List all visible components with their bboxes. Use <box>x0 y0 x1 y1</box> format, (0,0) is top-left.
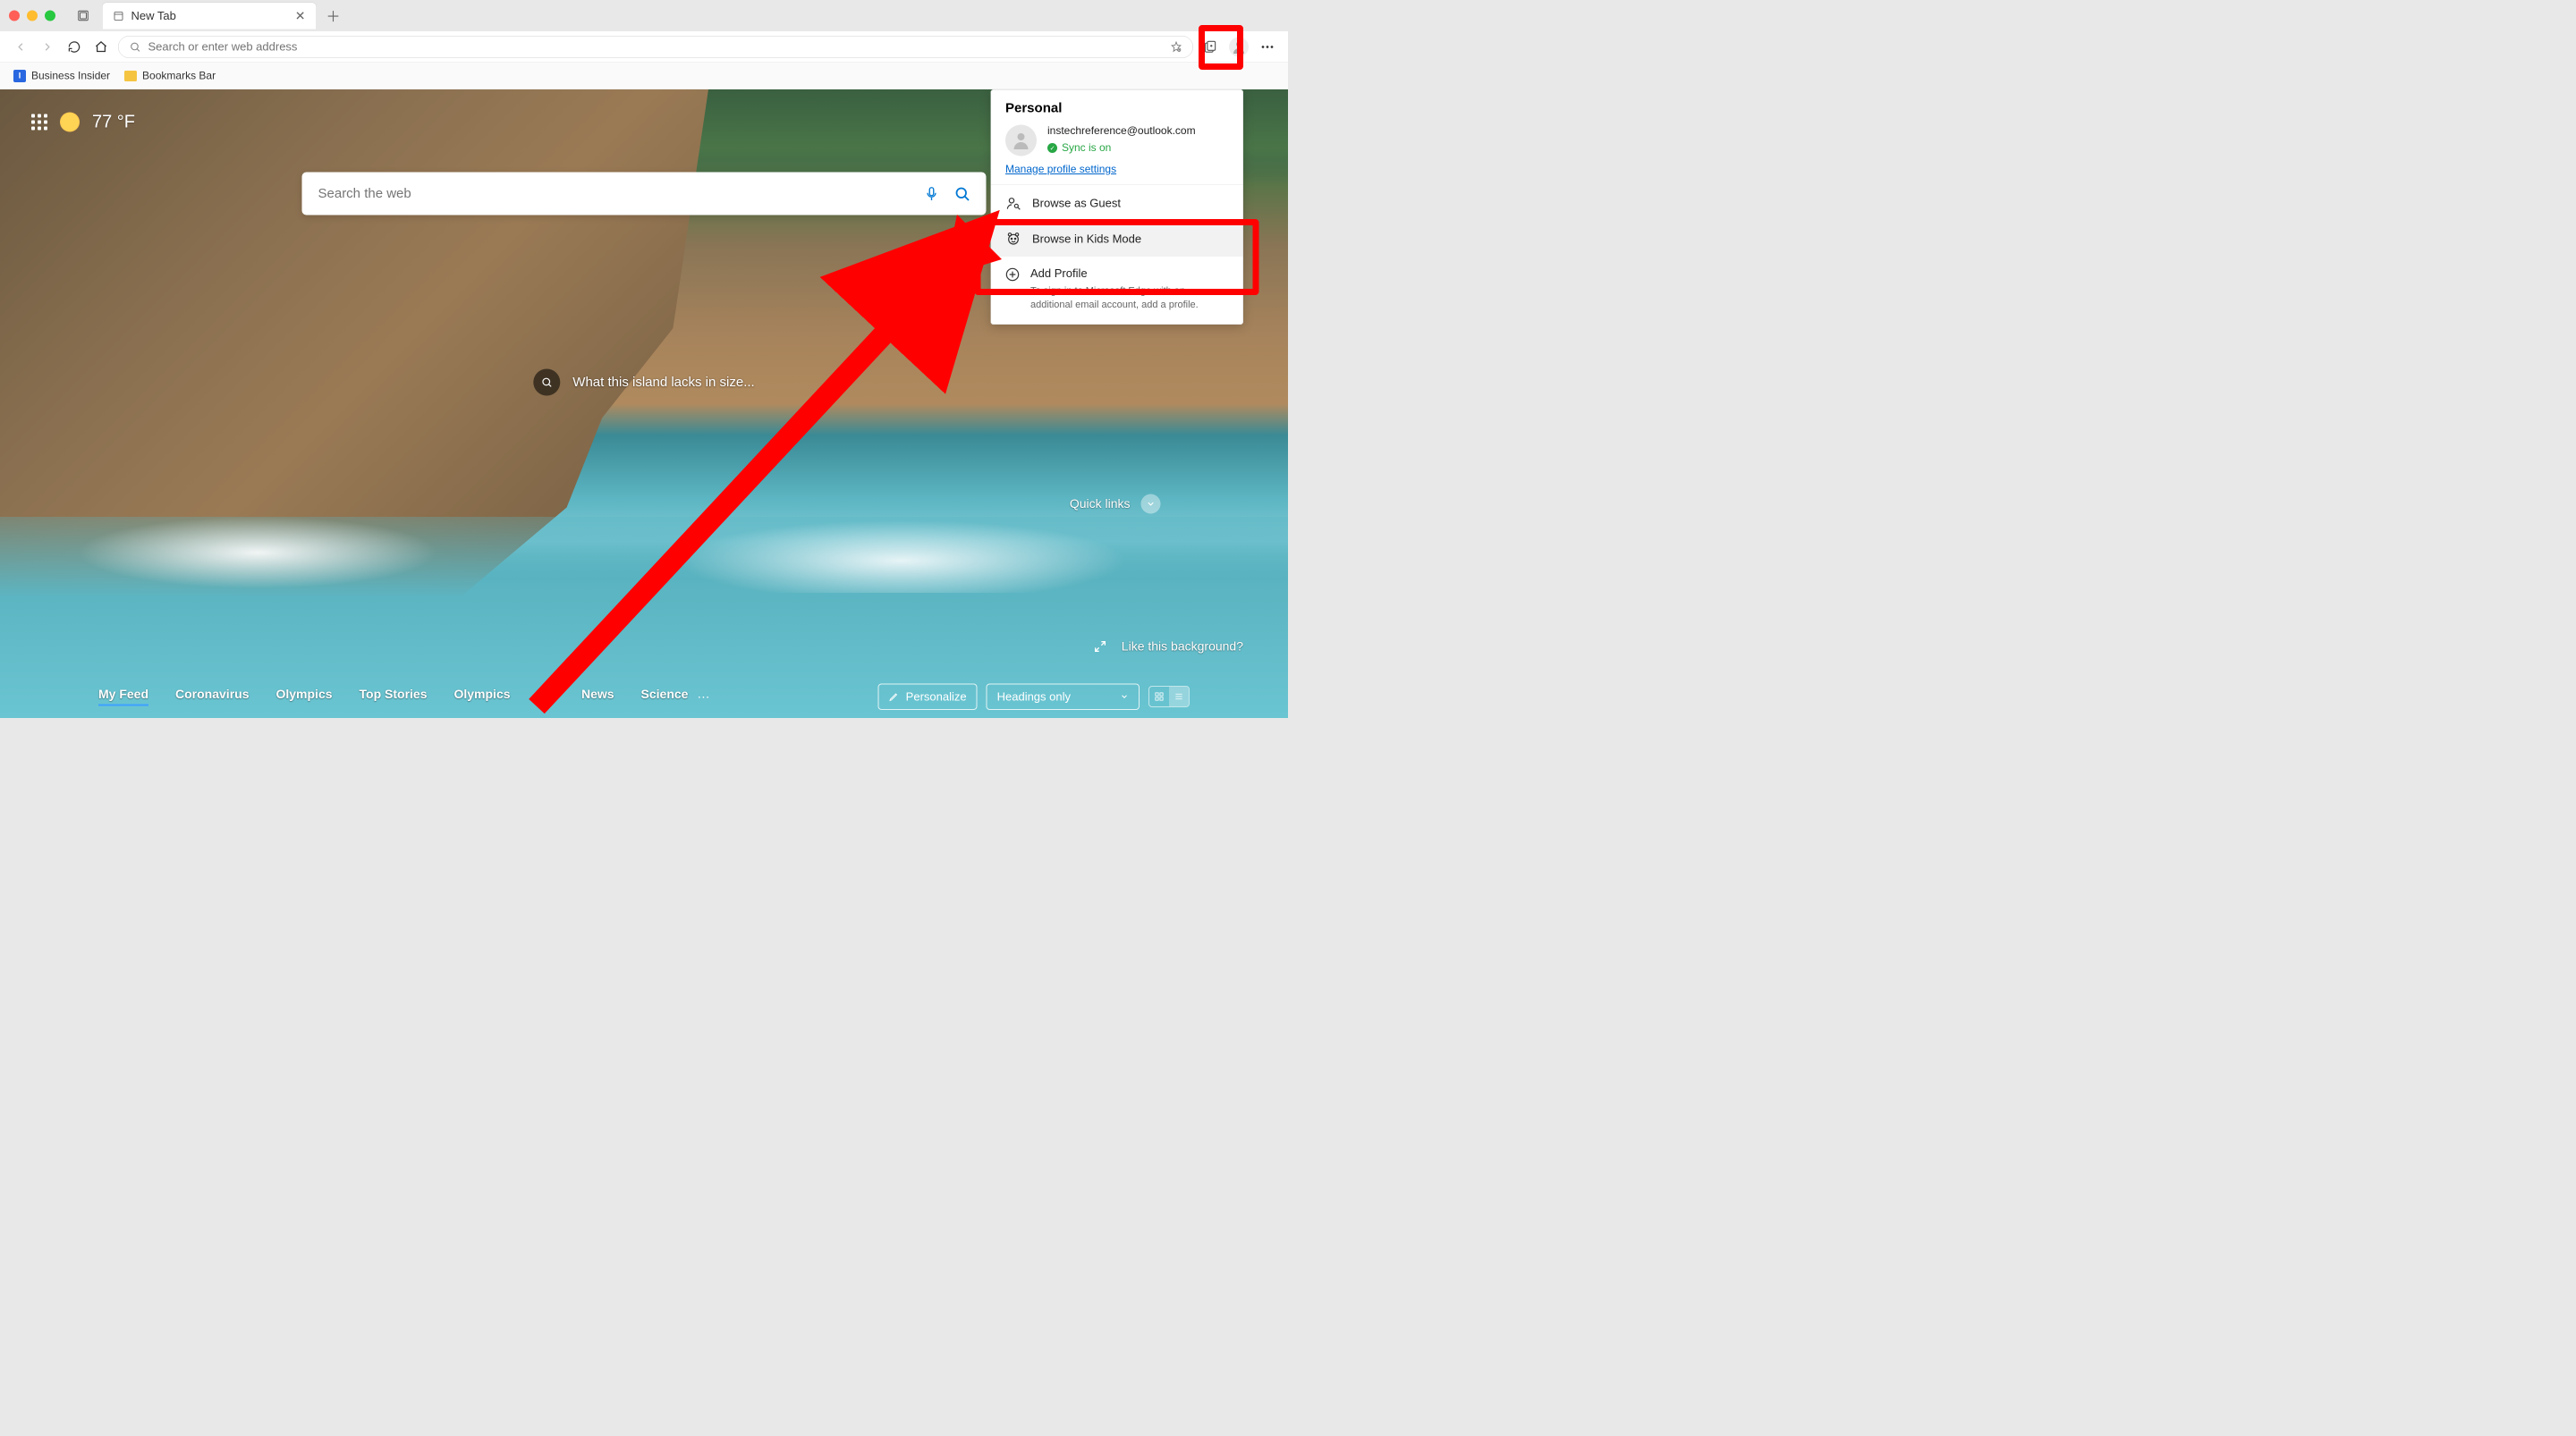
tab-close-icon[interactable]: ✕ <box>295 9 306 24</box>
image-caption[interactable]: What this island lacks in size... <box>533 369 754 396</box>
search-icon <box>130 41 141 53</box>
window-controls <box>9 11 55 21</box>
weather-widget[interactable]: 77 °F <box>31 112 135 132</box>
profile-popup: Personal instechreference@outlook.com ✓ … <box>991 89 1244 325</box>
feed-tab-us[interactable]: US <box>538 688 555 706</box>
browse-kids-mode-item[interactable]: Browse in Kids Mode <box>991 221 1243 257</box>
bookmark-business-insider[interactable]: I Business Insider <box>13 70 110 82</box>
feed-tab-science[interactable]: Science <box>641 688 689 706</box>
close-window-button[interactable] <box>9 11 20 21</box>
sync-status: ✓ Sync is on <box>1047 142 1229 155</box>
refresh-button[interactable] <box>64 37 84 56</box>
layout-select-label: Headings only <box>997 689 1071 704</box>
bi-favicon-icon: I <box>13 70 26 82</box>
like-background-link[interactable]: Like this background? <box>1122 639 1243 654</box>
browse-guest-label: Browse as Guest <box>1032 196 1121 210</box>
expand-icon[interactable] <box>1093 639 1107 654</box>
toolbar <box>0 31 1288 63</box>
bookmark-label: Bookmarks Bar <box>142 70 216 82</box>
caption-text: What this island lacks in size... <box>572 375 754 390</box>
bookmark-label: Business Insider <box>31 70 110 82</box>
quick-links-label: Quick links <box>1070 497 1131 511</box>
add-profile-label: Add Profile <box>1030 266 1229 281</box>
app-launcher-icon[interactable] <box>31 114 47 130</box>
sync-check-icon: ✓ <box>1047 143 1057 153</box>
layout-select[interactable]: Headings only <box>987 683 1140 710</box>
browse-as-guest-item[interactable]: Browse as Guest <box>991 185 1243 221</box>
weather-temperature: 77 °F <box>92 112 135 132</box>
voice-search-icon[interactable] <box>924 186 940 202</box>
news-feed-bar: My Feed Coronavirus Olympics Top Stories… <box>0 675 1288 718</box>
pencil-icon <box>889 691 900 702</box>
back-button[interactable] <box>11 37 30 56</box>
browser-tab[interactable]: New Tab ✕ <box>102 3 317 30</box>
feed-tab-news[interactable]: News <box>581 688 614 706</box>
chevron-down-icon[interactable] <box>1141 494 1161 514</box>
add-profile-item[interactable]: Add Profile To sign in to Microsoft Edge… <box>991 257 1243 324</box>
forward-button[interactable] <box>38 37 57 56</box>
kids-icon <box>1005 231 1021 247</box>
address-bar[interactable] <box>118 36 1193 58</box>
feed-tab-olympics2[interactable]: Olympics <box>453 688 510 706</box>
guest-icon <box>1005 195 1021 211</box>
feed-tab-coronavirus[interactable]: Coronavirus <box>175 688 249 706</box>
address-input[interactable] <box>148 40 1164 55</box>
grid-view-button[interactable] <box>1149 687 1169 706</box>
tab-page-icon <box>114 11 124 21</box>
folder-icon <box>124 71 137 81</box>
quick-links-toggle[interactable]: Quick links <box>1070 494 1161 514</box>
bookmark-folder[interactable]: Bookmarks Bar <box>124 70 216 82</box>
window-titlebar: New Tab ✕ ＋ <box>0 0 1288 31</box>
feed-tab-topstories[interactable]: Top Stories <box>360 688 428 706</box>
personalize-button[interactable]: Personalize <box>878 683 978 710</box>
feed-more-icon[interactable]: ··· <box>697 689 709 704</box>
favorite-star-icon[interactable] <box>1171 41 1182 53</box>
collections-button[interactable] <box>1200 37 1220 56</box>
maximize-window-button[interactable] <box>45 11 55 21</box>
profile-email: instechreference@outlook.com <box>1047 125 1229 138</box>
more-menu-button[interactable] <box>1258 37 1277 56</box>
browse-kids-label: Browse in Kids Mode <box>1032 232 1141 246</box>
add-icon <box>1005 266 1020 283</box>
profile-popup-title: Personal <box>1005 101 1229 116</box>
feed-tab-myfeed[interactable]: My Feed <box>98 688 148 706</box>
list-view-button[interactable] <box>1169 687 1189 706</box>
profile-button[interactable] <box>1229 37 1249 56</box>
add-profile-description: To sign in to Microsoft Edge with an add… <box>1030 284 1229 312</box>
avatar-icon <box>1005 125 1037 156</box>
manage-profile-link[interactable]: Manage profile settings <box>1005 164 1116 176</box>
search-submit-icon[interactable] <box>954 186 970 202</box>
bookmarks-bar: I Business Insider Bookmarks Bar <box>0 63 1288 89</box>
web-search-box[interactable] <box>302 173 987 215</box>
personalize-label: Personalize <box>906 689 967 704</box>
view-toggle <box>1148 686 1190 707</box>
tab-actions-icon[interactable] <box>73 6 93 26</box>
web-search-input[interactable] <box>318 186 913 201</box>
tab-title: New Tab <box>131 9 288 23</box>
new-tab-button[interactable]: ＋ <box>322 4 344 27</box>
new-tab-content: 77 °F What this island lacks in size... … <box>0 89 1288 718</box>
minimize-window-button[interactable] <box>27 11 38 21</box>
chevron-down-icon <box>1120 692 1129 701</box>
background-actions: Like this background? <box>1093 639 1243 654</box>
weather-sunny-icon <box>60 112 80 131</box>
feed-tab-olympics[interactable]: Olympics <box>275 688 332 706</box>
caption-search-icon <box>533 369 560 396</box>
home-button[interactable] <box>91 37 111 56</box>
